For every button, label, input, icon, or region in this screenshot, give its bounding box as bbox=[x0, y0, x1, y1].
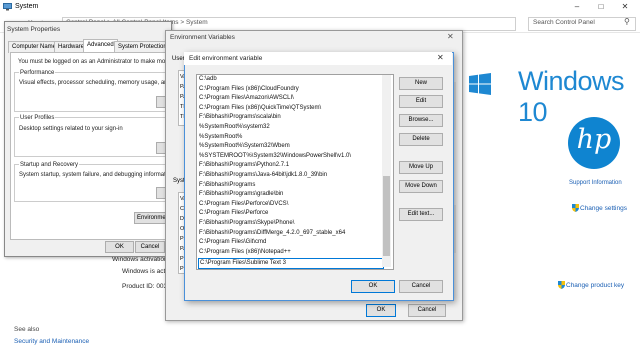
admin-note: You must be logged on as an Administrato… bbox=[18, 59, 184, 65]
startup-recovery-title: Startup and Recovery bbox=[19, 162, 80, 168]
performance-title: Performance bbox=[19, 70, 56, 76]
list-item[interactable]: F:\Bibhash\Programs\Skype\Phone\ bbox=[199, 219, 294, 228]
windows-10-brand: Windows 10 bbox=[518, 66, 625, 127]
list-item[interactable]: C:\Program Files\Perforce bbox=[199, 209, 268, 218]
list-item[interactable]: %SystemRoot%\System32\Wbem bbox=[199, 142, 290, 151]
product-id: Product ID: 003 bbox=[122, 283, 168, 290]
browse-button[interactable]: Browse... bbox=[399, 114, 443, 127]
search-icon: ⚲ bbox=[624, 17, 630, 26]
system-properties-title: System Properties bbox=[7, 26, 61, 33]
list-item[interactable]: C:\Program Files\Git\cmd bbox=[199, 238, 266, 247]
change-settings-link[interactable]: Change settings bbox=[580, 205, 627, 212]
close-icon[interactable]: ✕ bbox=[614, 0, 636, 14]
tab-advanced[interactable]: Advanced bbox=[83, 39, 118, 53]
edit-cancel-button[interactable]: Cancel bbox=[399, 280, 443, 293]
close-icon[interactable]: ✕ bbox=[437, 53, 444, 62]
move-up-button[interactable]: Move Up bbox=[399, 161, 443, 174]
path-edit-input[interactable]: C:\Program Files\Sublime Text 3 bbox=[198, 258, 384, 269]
env-vars-cancel-button[interactable]: Cancel bbox=[408, 304, 446, 317]
performance-desc: Visual effects, processor scheduling, me… bbox=[19, 80, 181, 86]
system-properties-cancel-button[interactable]: Cancel bbox=[135, 241, 165, 253]
user-profiles-desc: Desktop settings related to your sign-in bbox=[19, 126, 123, 132]
move-down-button[interactable]: Move Down bbox=[399, 180, 443, 193]
system-window-titlebar bbox=[0, 0, 640, 14]
list-item[interactable]: %SystemRoot% bbox=[199, 133, 242, 142]
list-item[interactable]: C:\Program Files (x86)\QuickTime\QTSyste… bbox=[199, 104, 321, 113]
computer-icon bbox=[3, 3, 12, 11]
change-product-key-link[interactable]: Change product key bbox=[566, 282, 624, 289]
list-item[interactable]: F:\Bibhash\Programs bbox=[199, 181, 255, 190]
edit-text-button[interactable]: Edit text... bbox=[399, 208, 443, 221]
path-list[interactable]: C:\adb C:\Program Files (x86)\CloudFound… bbox=[196, 74, 394, 270]
windows-logo-icon bbox=[469, 73, 491, 95]
performance-group bbox=[14, 72, 166, 112]
windows-activated-status: Windows is activ bbox=[122, 268, 171, 275]
user-profiles-group bbox=[14, 117, 166, 157]
env-vars-ok-button[interactable]: OK bbox=[366, 304, 396, 317]
shield-icon bbox=[572, 204, 579, 212]
list-item[interactable]: C:\Program Files\Perforce\DVCS\ bbox=[199, 200, 288, 209]
list-item[interactable]: C:\Program Files\Amazon\AWSCLI\ bbox=[199, 94, 294, 103]
minimize-icon[interactable]: – bbox=[566, 0, 588, 14]
windows-activation-label: Windows activation bbox=[112, 256, 168, 263]
see-also-heading: See also bbox=[14, 326, 40, 333]
list-item[interactable]: F:\Bibhash\Programs\Python2.7.1 bbox=[199, 161, 289, 170]
delete-button[interactable]: Delete bbox=[399, 133, 443, 146]
close-icon[interactable]: ✕ bbox=[447, 32, 454, 41]
edit-button[interactable]: Edit bbox=[399, 95, 443, 108]
startup-recovery-desc: System startup, system failure, and debu… bbox=[19, 172, 174, 178]
hp-logo-text: hp bbox=[576, 124, 612, 155]
edit-ok-button[interactable]: OK bbox=[351, 280, 395, 293]
support-information-link[interactable]: Support Information bbox=[569, 180, 622, 186]
new-button[interactable]: New bbox=[399, 77, 443, 90]
list-item[interactable]: C:\adb bbox=[199, 75, 217, 84]
list-item[interactable]: %SystemRoot%\system32 bbox=[199, 123, 270, 132]
list-item[interactable]: C:\Program Files (x86)\CloudFoundry bbox=[199, 85, 299, 94]
system-window-title: System bbox=[15, 3, 39, 10]
user-variables-label: User bbox=[172, 56, 185, 62]
list-item[interactable]: F:\Bibhash\Programs\scala\bin bbox=[199, 113, 281, 122]
list-item[interactable]: F:\Bibhash\Programs\DiffMerge_4.2.0_697_… bbox=[199, 229, 345, 238]
security-maintenance-link[interactable]: Security and Maintenance bbox=[14, 338, 89, 345]
shield-icon bbox=[558, 281, 565, 289]
maximize-icon[interactable]: □ bbox=[590, 0, 612, 14]
scrollbar-thumb[interactable] bbox=[383, 176, 390, 256]
list-item[interactable]: C:\Program Files (x86)\Notepad++ bbox=[199, 248, 291, 257]
edit-variable-title: Edit environment variable bbox=[189, 55, 263, 62]
search-placeholder: Search Control Panel bbox=[533, 19, 595, 26]
path-edit-text: C:\Program Files\Sublime Text 3 bbox=[200, 260, 286, 266]
system-properties-ok-button[interactable]: OK bbox=[105, 241, 134, 253]
list-item[interactable]: F:\Bibhash\Programs\Java-64bit\jdk1.8.0_… bbox=[199, 171, 327, 180]
user-profiles-title: User Profiles bbox=[19, 115, 56, 121]
list-item[interactable]: %SYSTEMROOT%\System32\WindowsPowerShell\… bbox=[199, 152, 351, 161]
environment-variables-title: Environment Variables bbox=[170, 34, 235, 41]
list-item[interactable]: F:\Bibhash\Programs\gradle\bin bbox=[199, 190, 283, 199]
startup-recovery-group bbox=[14, 164, 166, 202]
